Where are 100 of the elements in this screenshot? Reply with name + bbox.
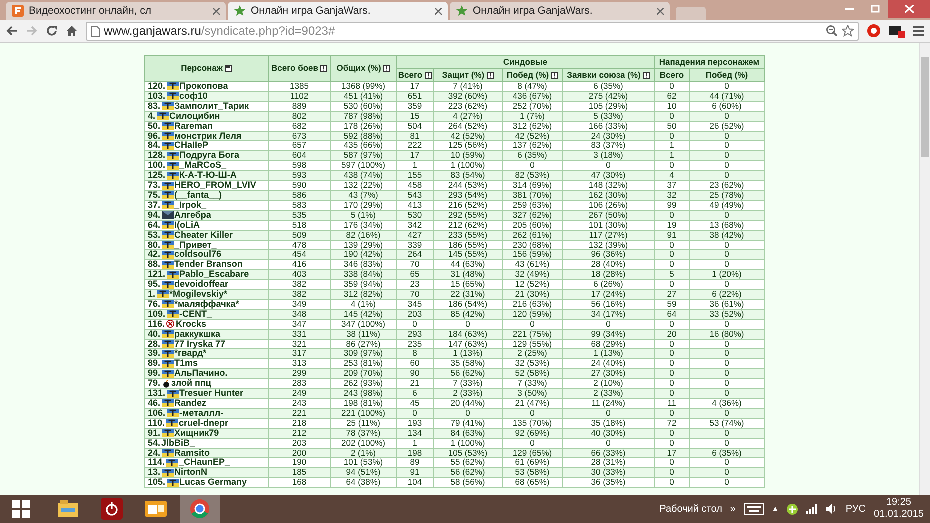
column-header[interactable]: Персонаж	[144, 56, 268, 82]
table-cell: 1 (7%)	[502, 111, 562, 122]
page-icon	[91, 26, 100, 36]
scrollbar-thumb[interactable]	[921, 57, 929, 157]
player-name[interactable]: JlbBiB_	[162, 438, 196, 448]
player-name[interactable]: _Привет_	[174, 240, 217, 250]
browser-tab[interactable]: Онлайн игра GanjaWars.	[228, 2, 448, 20]
player-name[interactable]: _MaRCoS_	[180, 161, 227, 170]
chevron[interactable]: »	[730, 504, 736, 514]
player-name[interactable]: соф10	[180, 92, 208, 101]
player-name[interactable]: злой ппц	[172, 379, 212, 388]
folder-icon[interactable]	[58, 500, 78, 518]
extension-icon[interactable]	[889, 24, 905, 38]
browser-icon[interactable]	[190, 499, 210, 519]
column-header[interactable]: Побед (%)	[690, 68, 764, 82]
clock-time[interactable]: 19:25	[886, 497, 912, 509]
player-name[interactable]: NirtonN	[174, 468, 208, 478]
player-name[interactable]: coldsoul76	[174, 250, 222, 260]
column-header[interactable]: Всего	[654, 68, 690, 82]
player-name[interactable]: -CENT_	[180, 310, 212, 319]
player-name[interactable]: -металлл-	[180, 408, 224, 418]
table-cell: 145 (42%)	[330, 309, 396, 320]
table-cell: 682	[268, 121, 330, 132]
player-name[interactable]: Силоцибин	[170, 112, 220, 121]
zoom-icon[interactable]	[826, 25, 838, 37]
info-icon[interactable]	[383, 65, 390, 72]
player-name[interactable]: раккукшка	[174, 330, 221, 339]
player-name[interactable]: _Irpok_	[174, 200, 207, 210]
close-icon[interactable]	[213, 8, 220, 14]
player-name[interactable]: Алгебра	[174, 210, 212, 220]
player-name[interactable]: К-А-Т-Ю-Ш-А	[180, 171, 237, 180]
address-field[interactable]: www.ganjawars.ru/syndicate.php?id=9023#	[86, 22, 859, 40]
player-name[interactable]: *гвард*	[174, 349, 207, 358]
player-name[interactable]: монстрик Леля	[174, 132, 242, 140]
player-name[interactable]: Tender Branson	[174, 260, 243, 270]
player-name[interactable]: Замполит_Тарик	[174, 102, 250, 111]
column-header[interactable]: Всего	[396, 68, 434, 82]
flag-icon	[166, 390, 179, 398]
player-name[interactable]: *маляффачка*	[174, 300, 240, 309]
plus-icon[interactable]	[786, 504, 798, 514]
info-icon[interactable]	[551, 72, 558, 79]
windows-logo-icon[interactable]	[12, 500, 30, 518]
table-cell: 233 (55%)	[434, 230, 502, 240]
back-icon[interactable]	[6, 26, 18, 36]
rank-number: 4.	[148, 112, 156, 121]
player-name[interactable]: Хищник79	[174, 428, 220, 438]
info-icon[interactable]	[642, 72, 650, 79]
player-name[interactable]: Pablo_Escabare	[180, 270, 250, 280]
player-name[interactable]: Ramsito	[174, 448, 210, 458]
close-icon[interactable]	[657, 8, 664, 14]
power-icon[interactable]	[101, 498, 123, 520]
language-indicator[interactable]: РУС	[846, 504, 866, 514]
browser-tab[interactable]: Онлайн игра GanjaWars.	[450, 2, 670, 20]
column-header[interactable]: Защит (%)	[434, 68, 502, 82]
player-name[interactable]: АльПачино.	[174, 369, 228, 378]
player-name[interactable]: Cheater Killer	[174, 230, 234, 240]
player-name[interactable]: Randez	[174, 399, 207, 408]
menu-icon[interactable]	[913, 26, 924, 36]
scrollbar[interactable]	[919, 43, 930, 495]
player-name[interactable]: T1ms	[174, 359, 198, 368]
player-name[interactable]: Krocks	[176, 320, 207, 329]
player-name[interactable]: Подруга Бога	[180, 151, 240, 160]
column-header[interactable]: Заявки союза (%)	[562, 68, 654, 82]
close-icon[interactable]	[435, 8, 442, 14]
info-icon[interactable]	[486, 72, 494, 79]
rank-number: 116.	[148, 320, 166, 329]
flag-icon	[162, 468, 174, 477]
keyboard-icon[interactable]	[744, 503, 764, 515]
table-cell: 0	[654, 478, 690, 488]
player-name[interactable]: devoidoffear	[174, 280, 229, 290]
player-name[interactable]: Rareman	[174, 122, 214, 131]
home-icon[interactable]	[66, 25, 78, 37]
sort-icon[interactable]	[224, 65, 232, 72]
flag-icon	[162, 260, 174, 269]
table-cell: 0	[502, 319, 562, 330]
info-icon[interactable]	[424, 72, 432, 79]
player-name[interactable]: (__fanta__)	[174, 190, 222, 200]
player-name[interactable]: *Mogilevskiy*	[170, 290, 228, 299]
player-name[interactable]: CHaIIeP	[174, 141, 209, 150]
stop-sign-icon[interactable]	[867, 24, 881, 38]
volume-icon[interactable]	[826, 504, 838, 514]
browser-tab[interactable]: Видеохостинг онлайн, сл	[6, 2, 226, 20]
player-name[interactable]: 77 Iryska 77	[174, 340, 226, 348]
column-header[interactable]: Побед (%)	[502, 68, 562, 82]
info-icon[interactable]	[320, 65, 328, 72]
player-name[interactable]: HERO_FROM_LVIV	[174, 181, 256, 190]
clock-date[interactable]: 01.01.2015	[874, 509, 924, 521]
desktop-label[interactable]: Рабочий стол	[660, 504, 722, 514]
network-icon[interactable]	[806, 504, 818, 514]
column-header[interactable]: Всего боев	[268, 56, 330, 82]
rank-number: 54.	[148, 438, 161, 448]
player-name[interactable]: _CHaunEP_	[179, 458, 230, 468]
player-name[interactable]: cruel-dnepr	[179, 418, 229, 428]
reload-icon[interactable]	[46, 25, 58, 37]
player-name[interactable]: Lucas Germany	[180, 478, 248, 488]
player-name[interactable]: Прокопова	[180, 82, 228, 91]
player-name[interactable]: Tresuer Hunter	[180, 389, 244, 398]
column-header[interactable]: Общих (%)	[330, 56, 396, 82]
star-icon[interactable]	[842, 25, 854, 37]
player-name[interactable]: I(oLiA	[174, 220, 200, 230]
